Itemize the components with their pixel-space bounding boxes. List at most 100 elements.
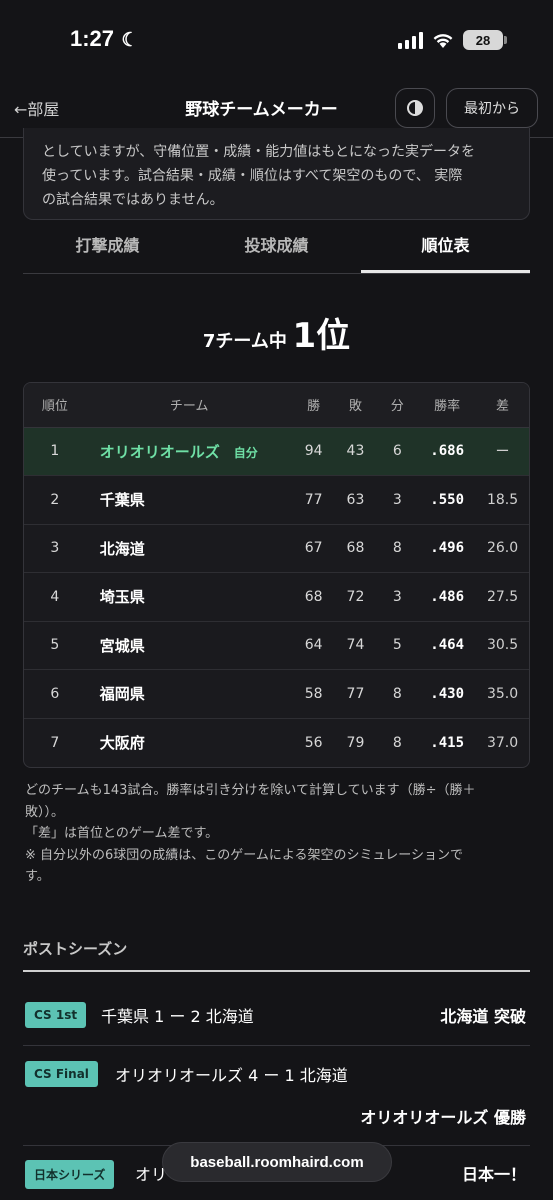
cell-team: オリオリオールズ 自分 <box>85 427 293 476</box>
cell-losses: 43 <box>334 427 377 476</box>
team-name: オリオリオールズ <box>99 442 220 461</box>
cell-draws: 3 <box>376 475 419 525</box>
cell-gb: 37.0 <box>486 734 519 751</box>
moon-icon: ☾ <box>116 30 139 51</box>
cell-pct: .415 <box>430 734 464 751</box>
col-header-gb: 差 <box>476 383 529 428</box>
cell-rank: 6 <box>24 669 86 719</box>
series-badge: CS Final <box>25 1061 98 1087</box>
status-icons: 28 <box>398 30 507 50</box>
note-line: 「差」は首位とのゲーム差です。 <box>25 826 219 841</box>
cell-rank: 4 <box>24 572 86 622</box>
rank-summary-prefix: 7チーム中 <box>202 331 287 352</box>
cell-gb: 18.5 <box>476 475 529 525</box>
cell-losses: 79 <box>346 734 365 751</box>
table-row: 3 北海道 67 68 8 .496 26.0 <box>24 524 529 573</box>
cell-team: 埼玉県 <box>85 572 293 622</box>
col-header-pct: 勝率 <box>418 383 477 428</box>
stats-tabs: 打撃成績 投球成績 順位表 <box>23 222 530 274</box>
cellular-signal-icon <box>398 31 423 49</box>
tab-standings[interactable]: 順位表 <box>361 222 530 273</box>
mine-badge: 自分 <box>233 445 258 460</box>
cell-pct: .686 <box>418 427 477 476</box>
browser-url-bar[interactable]: baseball.roomhaird.com <box>162 1142 392 1182</box>
theme-toggle-button[interactable] <box>395 88 435 128</box>
cell-pct: .550 <box>418 475 477 525</box>
restart-button[interactable]: 最初から <box>446 88 538 128</box>
cell-wins: 67 <box>292 524 335 573</box>
cell-team: 宮城県 <box>85 621 293 670</box>
note-line: す。 <box>25 869 50 884</box>
postseason-title: ポストシーズン <box>23 940 128 958</box>
series-row-csfinal: CS Final オリオリオールズ 4 ー 1 北海道 オリオリオールズ 優勝 <box>23 1046 530 1146</box>
series-badge: 日本シリーズ <box>25 1160 115 1189</box>
cell-pct: .486 <box>418 572 477 622</box>
cell-draws: 8 <box>376 524 419 573</box>
col-header-losses: 敗 <box>334 383 377 428</box>
rank-summary: 7チーム中 1位 <box>0 308 553 357</box>
contrast-icon <box>407 100 423 116</box>
col-header-wins: 勝 <box>292 383 335 428</box>
cell-rank: 1 <box>24 427 86 476</box>
cell-rank: 3 <box>24 524 86 573</box>
cell-rank: 2 <box>24 475 86 525</box>
col-header-rank: 順位 <box>24 383 86 428</box>
cell-team: 福岡県 <box>85 669 293 719</box>
table-row: 2 千葉県 77 63 3 .550 18.5 <box>24 475 529 525</box>
series-row-cs1st: CS 1st 千葉県 1 ー 2 北海道 北海道 突破 <box>23 986 530 1046</box>
series-badge: CS 1st <box>25 1002 87 1028</box>
tab-batting[interactable]: 打撃成績 <box>23 222 192 273</box>
table-row: 6 福岡県 58 77 8 .430 35.0 <box>24 669 529 719</box>
tab-pitching[interactable]: 投球成績 <box>192 222 361 273</box>
cell-losses: 77 <box>334 669 377 719</box>
table-header-row: 順位 チーム 勝 敗 分 勝率 差 <box>24 383 529 428</box>
disclaimer-notice: としていますが、守備位置・成績・能力値はもとになった実データを 使っています。試… <box>23 128 530 220</box>
series-score: 千葉県 1 ー 2 北海道 <box>101 1007 254 1026</box>
postseason-divider <box>23 970 530 972</box>
notice-line: の試合結果ではありません。 <box>42 192 224 208</box>
cell-team: 北海道 <box>85 524 293 573</box>
table-row: 7 大阪府 56 79 8 .415 37.0 <box>24 718 529 767</box>
table-row: 5 宮城県 64 74 5 .464 30.5 <box>24 621 529 670</box>
cell-draws: 8 <box>392 734 402 751</box>
cell-pct: .496 <box>418 524 477 573</box>
cell-gb: 35.0 <box>476 669 529 719</box>
cell-wins: 56 <box>304 734 323 751</box>
cell-draws: 5 <box>376 621 419 670</box>
clock: 1:27 <box>70 26 115 51</box>
col-header-draws: 分 <box>376 383 419 428</box>
cell-gb: 26.0 <box>476 524 529 573</box>
series-result: 北海道 突破 <box>440 1007 526 1026</box>
cell-losses: 72 <box>334 572 377 622</box>
cell-draws: 8 <box>376 669 419 719</box>
cell-draws: 6 <box>376 427 419 476</box>
notice-line: 使っています。試合結果・成績・順位はすべて架空のもので、 実際 <box>42 168 463 184</box>
cell-team: 千葉県 <box>85 475 293 525</box>
cell-wins: 94 <box>292 427 335 476</box>
cell-gb: 27.5 <box>476 572 529 622</box>
cell-wins: 64 <box>292 621 335 670</box>
table-row: 4 埼玉県 68 72 3 .486 27.5 <box>24 572 529 622</box>
cell-losses: 68 <box>334 524 377 573</box>
cell-losses: 74 <box>334 621 377 670</box>
cell-rank: 5 <box>24 621 86 670</box>
battery-icon: 28 <box>463 30 507 50</box>
series-result: 日本一！ <box>461 1165 526 1184</box>
cell-wins: 68 <box>292 572 335 622</box>
status-bar: 1:27 ☾ 28 <box>0 0 553 80</box>
cell-gb: ー <box>476 427 529 476</box>
standings-notes: どのチームも143試合。勝率は引き分けを除いて計算しています（勝÷（勝＋ 敗））… <box>25 780 525 888</box>
cell-wins: 77 <box>292 475 335 525</box>
notice-line: としていますが、守備位置・成績・能力値はもとになった実データを <box>42 144 476 160</box>
cell-wins: 58 <box>292 669 335 719</box>
standings-table: 順位 チーム 勝 敗 分 勝率 差 1 オリオリオールズ 自分 94 43 6 .… <box>23 382 530 768</box>
col-header-team: チーム <box>85 383 293 428</box>
table-row: 1 オリオリオールズ 自分 94 43 6 .686 ー <box>24 427 529 476</box>
wifi-icon <box>433 34 453 48</box>
note-line: 敗））。 <box>25 804 65 820</box>
status-time: 1:27 ☾ <box>70 26 138 52</box>
series-result: オリオリオールズ 優勝 <box>360 1108 526 1127</box>
cell-gb: 30.5 <box>476 621 529 670</box>
note-line: どのチームも143試合。勝率は引き分けを除いて計算しています（勝÷（勝＋ <box>25 783 476 798</box>
cell-pct: .430 <box>418 669 477 719</box>
